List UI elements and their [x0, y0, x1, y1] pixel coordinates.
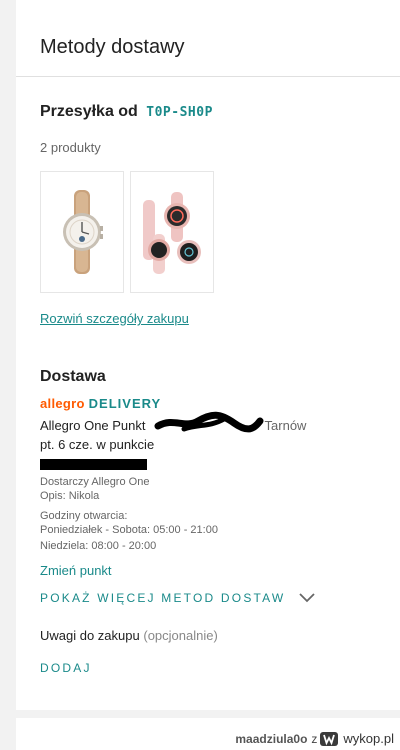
add-notes-button[interactable]: DODAJ: [40, 661, 92, 675]
redaction-bar: [40, 459, 147, 470]
pickup-description: Opis: Nikola: [40, 490, 100, 502]
seller-name[interactable]: T0P-SH0P: [146, 105, 213, 120]
pickup-point-label: Allegro One Punkt: [40, 418, 146, 433]
page-title: Metody dostawy: [40, 36, 185, 58]
show-more-delivery-methods-label: POKAŻ WIĘCEJ METOD DOSTAW: [40, 591, 286, 605]
chevron-down-icon: [299, 593, 316, 603]
product-thumbnail-watch-set[interactable]: [130, 171, 214, 293]
watch-image: [63, 190, 103, 274]
shipment-card: Przesyłka od T0P-SH0P 2 produkty Rozwiń …: [16, 77, 400, 710]
allegro-delivery-logo: allegro DELIVERY: [40, 396, 161, 411]
header-card: Metody dostawy: [16, 0, 400, 77]
purchase-notes-label: Uwagi do zakupu: [40, 628, 140, 643]
pickup-date: pt. 6 cze. w punkcie: [40, 437, 155, 452]
watch-set-image: [143, 192, 201, 274]
brand-part-allegro: allegro: [40, 396, 85, 411]
watermark-word: z: [311, 731, 318, 746]
expand-purchase-details-link[interactable]: Rozwiń szczegóły zakupu: [40, 311, 189, 326]
opening-hours-weekdays: Poniedziałek - Sobota: 05:00 - 21:00: [40, 524, 218, 536]
product-count: 2 produkty: [40, 140, 101, 155]
brand-part-delivery: DELIVERY: [88, 396, 162, 411]
pickup-city: Tarnów: [264, 418, 307, 433]
delivery-section-title: Dostawa: [40, 368, 106, 385]
purchase-notes-optional: (opcjonalnie): [143, 628, 218, 643]
shipment-heading: Przesyłka od T0P-SH0P: [40, 103, 213, 121]
wykop-logo-icon: [320, 731, 339, 746]
redaction-scribble: [154, 411, 264, 433]
watermark-user: maadziula0o: [235, 731, 308, 746]
show-more-delivery-methods-button[interactable]: POKAŻ WIĘCEJ METOD DOSTAW: [40, 591, 316, 605]
watermark-site: wykop.pl: [343, 731, 394, 746]
purchase-notes: Uwagi do zakupu (opcjonalnie): [40, 628, 218, 643]
shipment-label: Przesyłka od: [40, 103, 138, 120]
change-pickup-point-link[interactable]: Zmień punkt: [40, 563, 112, 578]
opening-hours-sunday: Niedziela: 08:00 - 20:00: [40, 540, 157, 552]
product-thumbnail-watch[interactable]: [40, 171, 124, 293]
wykop-watermark: maadziula0o z wykop.pl: [235, 731, 394, 746]
